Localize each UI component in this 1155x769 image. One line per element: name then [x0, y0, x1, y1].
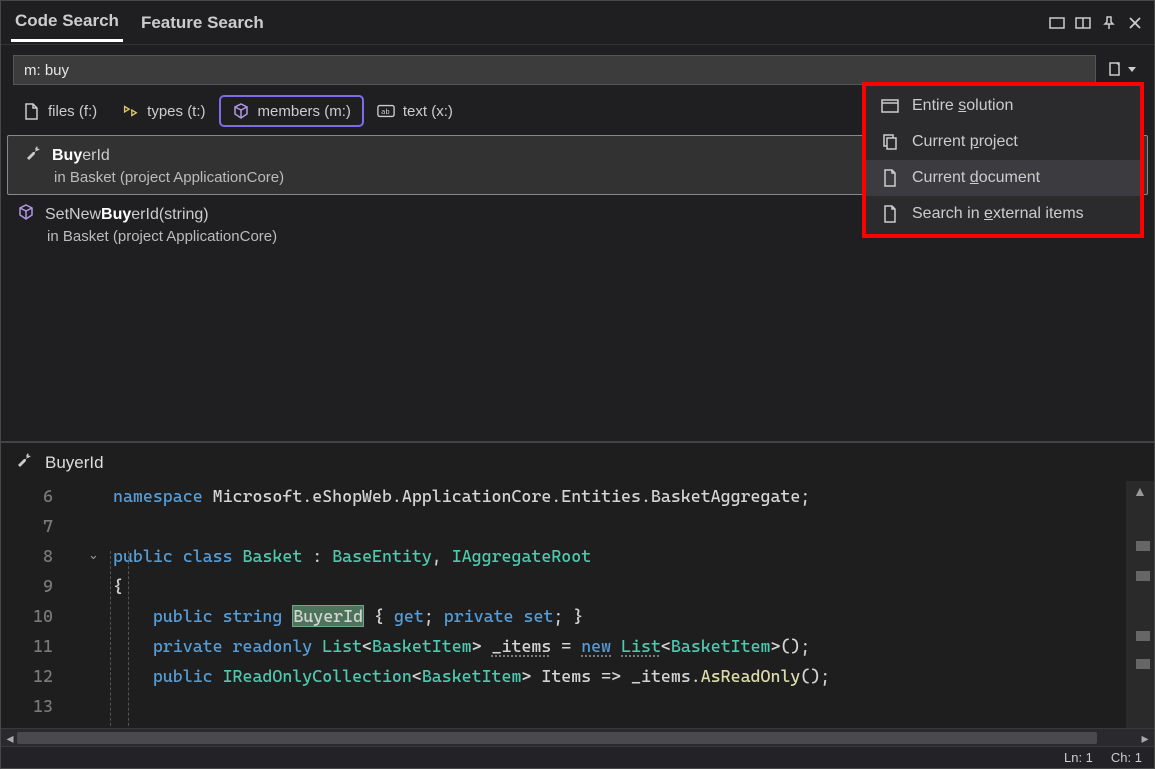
scroll-left-icon[interactable]: ◂: [3, 731, 17, 745]
text-icon: ab: [377, 102, 395, 120]
result-title: BuyerId: [52, 147, 110, 165]
filter-text[interactable]: ab text (x:): [366, 97, 464, 125]
filter-label: members (m:): [258, 103, 351, 120]
dock-single-icon[interactable]: [1048, 14, 1066, 32]
scope-current-document[interactable]: Current document: [866, 160, 1140, 196]
filter-types[interactable]: types (t:): [110, 97, 216, 125]
scroll-up-icon[interactable]: ▲: [1133, 483, 1147, 499]
minimap[interactable]: ▲: [1126, 481, 1154, 746]
tabs: Code Search Feature Search: [11, 1, 268, 44]
horizontal-scrollbar[interactable]: ◂ ▸: [1, 728, 1154, 746]
scope-label: Current document: [912, 169, 1040, 187]
types-icon: [121, 102, 139, 120]
filter-label: text (x:): [403, 103, 453, 120]
scrollbar-thumb[interactable]: [17, 732, 1097, 744]
tab-code-search[interactable]: Code Search: [11, 3, 123, 42]
scope-label: Current project: [912, 133, 1018, 151]
doc-icon: [880, 168, 900, 188]
window-icon: [880, 96, 900, 116]
scope-popup: Entire solution Current project Current …: [862, 82, 1144, 238]
file-icon: [22, 102, 40, 120]
line-numbers: 6 7 8 9 10 11 12 13 14: [1, 481, 71, 746]
statusbar: Ln: 1 Ch: 1: [1, 746, 1154, 768]
pin-icon[interactable]: [1100, 14, 1118, 32]
scope-current-project[interactable]: Current project: [866, 124, 1140, 160]
filter-label: types (t:): [147, 103, 205, 120]
tab-feature-search[interactable]: Feature Search: [137, 5, 268, 41]
dock-split-icon[interactable]: [1074, 14, 1092, 32]
filter-label: files (f:): [48, 103, 97, 120]
fold-chevron-icon[interactable]: ⌄: [88, 547, 99, 563]
preview-header: BuyerId: [1, 443, 1154, 480]
wrench-icon: [24, 144, 42, 167]
search-row: [13, 55, 1142, 85]
wrench-icon: [15, 451, 33, 474]
scope-label: Search in external items: [912, 205, 1084, 223]
code-editor[interactable]: 6 7 8 9 10 11 12 13 14 ⌄ namespace Micro…: [1, 481, 1124, 746]
scope-entire-solution[interactable]: Entire solution: [866, 88, 1140, 124]
status-char: Ch: 1: [1111, 750, 1142, 765]
copy-icon: [880, 132, 900, 152]
search-scope-button[interactable]: [1102, 57, 1142, 83]
member-icon: [232, 102, 250, 120]
cube-icon: [17, 203, 35, 226]
window-controls: [1048, 14, 1144, 32]
filter-members[interactable]: members (m:): [219, 95, 364, 127]
preview-title: BuyerId: [45, 453, 104, 473]
svg-text:ab: ab: [381, 107, 390, 116]
doc-icon: [880, 204, 900, 224]
code-lines: namespace Microsoft.eShopWeb.Application…: [71, 481, 830, 746]
scope-label: Entire solution: [912, 97, 1013, 115]
preview-panel: BuyerId 6 7 8 9 10 11 12 13 14 ⌄ namespa…: [1, 441, 1154, 746]
result-title: SetNewBuyerId(string): [45, 206, 209, 224]
header: Code Search Feature Search: [1, 1, 1154, 45]
status-line: Ln: 1: [1064, 750, 1093, 765]
filter-files[interactable]: files (f:): [11, 97, 108, 125]
scope-external-items[interactable]: Search in external items: [866, 196, 1140, 232]
scroll-right-icon[interactable]: ▸: [1138, 731, 1152, 745]
close-icon[interactable]: [1126, 14, 1144, 32]
search-input[interactable]: [13, 55, 1096, 85]
